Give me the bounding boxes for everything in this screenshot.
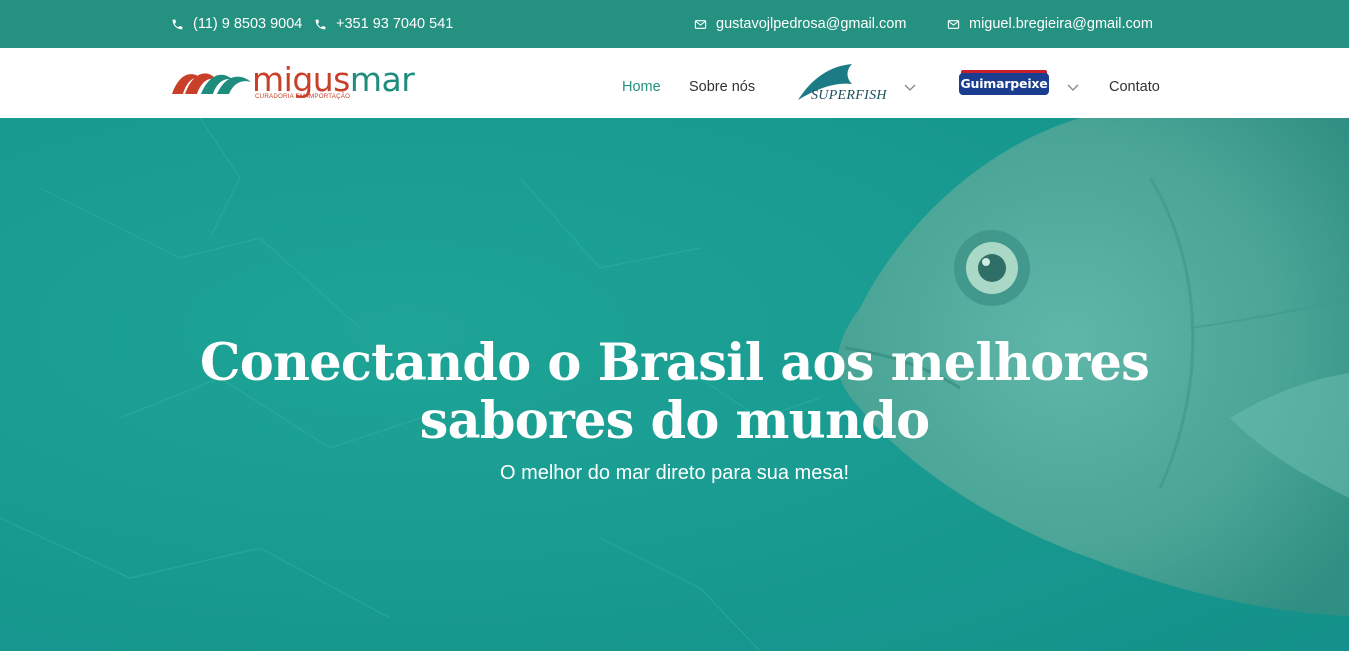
chevron-down-icon[interactable]	[904, 84, 916, 92]
nav-superfish-logo[interactable]: SUPERFISH	[796, 62, 888, 104]
envelope-icon	[694, 19, 707, 29]
nav-about-link[interactable]: Sobre nós	[689, 79, 755, 95]
main-navbar: migusmar CURADORIA EM IMPORTAÇÃO Home So…	[0, 48, 1349, 118]
migusmar-logo[interactable]: migusmar CURADORIA EM IMPORTAÇÃO	[171, 62, 415, 104]
envelope-icon	[947, 19, 960, 29]
email-address-miguel: miguel.bregieira@gmail.com	[969, 16, 1153, 32]
hero-headline: Conectando o Brasil aos melhores sabores…	[0, 334, 1349, 450]
phone-link-portugal[interactable]: +351 93 7040 541	[314, 15, 453, 33]
hero-headline-line1: Conectando o Brasil aos melhores	[199, 333, 1150, 393]
phone-icon	[172, 19, 183, 29]
phone-number-portugal: +351 93 7040 541	[336, 16, 454, 32]
email-link-miguel[interactable]: miguel.bregieira@gmail.com	[947, 15, 1153, 33]
nav-guimarpeixe-logo[interactable]: Guimarpeixe	[959, 70, 1049, 98]
hero-headline-line2: sabores do mundo	[419, 391, 930, 451]
hero-banner: Conectando o Brasil aos melhores sabores…	[0, 118, 1349, 651]
superfish-label: SUPERFISH	[811, 88, 887, 103]
waves-logo-icon	[172, 73, 251, 94]
email-link-gustavo[interactable]: gustavojlpedrosa@gmail.com	[694, 15, 906, 33]
nav-contact-link[interactable]: Contato	[1109, 79, 1160, 95]
nav-home-link[interactable]: Home	[622, 79, 661, 95]
brand-tagline: CURADORIA EM IMPORTAÇÃO	[255, 93, 351, 100]
hero-subtitle: O melhor do mar direto para sua mesa!	[499, 462, 850, 484]
phone-icon	[315, 19, 326, 29]
brand-name-part2: mar	[349, 60, 415, 99]
guimarpeixe-label: Guimarpeixe	[959, 73, 1049, 95]
phone-number-brazil: (11) 9 8503 9004	[193, 16, 303, 32]
phone-link-brazil[interactable]: (11) 9 8503 9004	[171, 15, 302, 33]
top-contact-bar: (11) 9 8503 9004 +351 93 7040 541 gustav…	[0, 0, 1349, 48]
email-address-gustavo: gustavojlpedrosa@gmail.com	[716, 16, 907, 32]
chevron-down-icon[interactable]	[1067, 84, 1079, 92]
